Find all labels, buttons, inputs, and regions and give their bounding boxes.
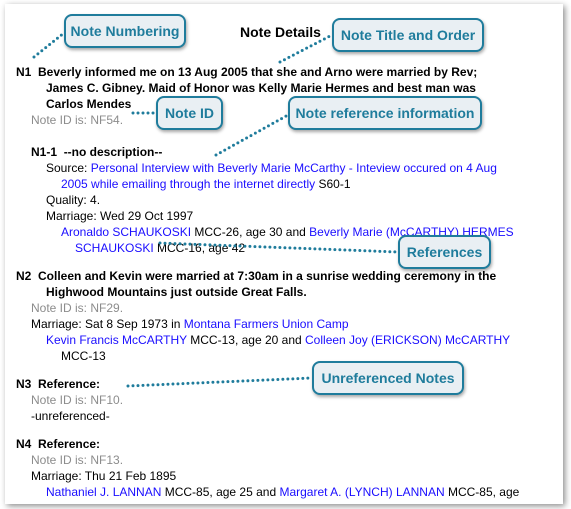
connector-title-order	[278, 33, 334, 64]
connector-references	[158, 241, 400, 254]
callout-note-numbering: Note Numbering	[64, 14, 186, 48]
connector-unreferenced	[126, 376, 314, 388]
callout-references: References	[398, 235, 491, 269]
connector-numbering	[32, 31, 66, 59]
callout-note-title-order: Note Title and Order	[332, 18, 484, 52]
callout-unreferenced-notes: Unreferenced Notes	[312, 361, 464, 395]
callout-note-reference-info: Note reference information	[288, 96, 482, 130]
connector-ref-info	[214, 113, 290, 157]
callout-note-id: Note ID	[156, 96, 223, 130]
